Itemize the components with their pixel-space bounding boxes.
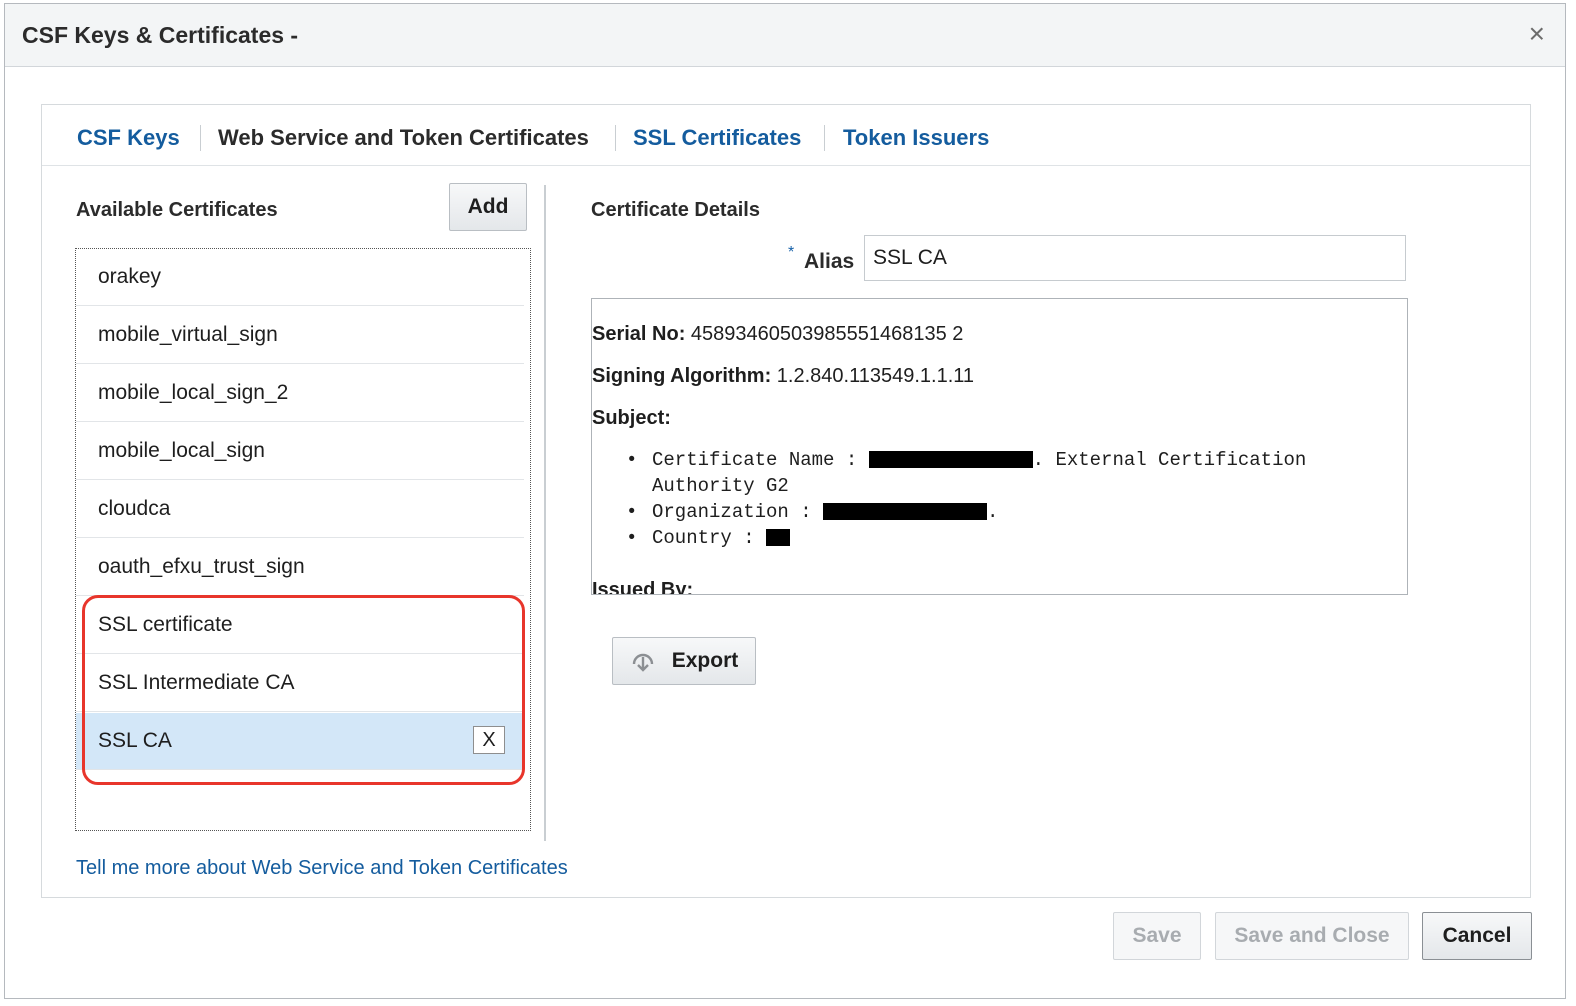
list-item-selected[interactable]: SSL CA X: [76, 713, 524, 770]
subject-country: Country :: [626, 525, 1372, 551]
certificate-details-box[interactable]: Serial No: 45893460503985551468135 2 Sig…: [591, 298, 1408, 595]
tab-bar: CSF Keys Web Service and Token Certifica…: [42, 105, 1530, 166]
subject-row: Subject:: [592, 407, 671, 430]
list-item[interactable]: mobile_local_sign: [76, 423, 524, 480]
serial-row: Serial No: 45893460503985551468135 2: [592, 323, 963, 346]
subject-list: Certificate Name : . External Certificat…: [626, 447, 1372, 551]
subject-label: Subject:: [592, 407, 671, 429]
subject-cert-name: Certificate Name : . External Certificat…: [626, 447, 1372, 499]
list-item[interactable]: orakey: [76, 249, 524, 306]
signing-label: Signing Algorithm:: [592, 365, 772, 387]
tab-token-issuers[interactable]: Token Issuers: [843, 125, 989, 151]
signing-value: 1.2.840.113549.1.1.11: [776, 365, 975, 387]
redacted-block: [823, 503, 988, 521]
list-item-label: mobile_local_sign: [98, 439, 265, 462]
list-item[interactable]: mobile_virtual_sign: [76, 307, 524, 364]
csf-keys-dialog: CSF Keys & Certificates - × CSF Keys Web…: [4, 3, 1566, 999]
issued-by-label: Issued By:: [592, 579, 694, 595]
list-item[interactable]: oauth_efxu_trust_sign: [76, 539, 524, 596]
redacted-block: [868, 451, 1033, 469]
tab-separator: [615, 125, 616, 151]
available-certificates-title: Available Certificates: [76, 199, 278, 221]
alias-input[interactable]: [864, 235, 1406, 281]
dialog-title: CSF Keys & Certificates -: [22, 22, 299, 48]
list-item-label: SSL Intermediate CA: [98, 671, 295, 694]
list-item-label: mobile_virtual_sign: [98, 323, 278, 346]
cert-name-line2: Authority G2: [652, 475, 789, 497]
subject-organization: Organization : .: [626, 499, 1372, 525]
list-item[interactable]: mobile_local_sign_2: [76, 365, 524, 422]
certificate-list: orakey mobile_virtual_sign mobile_local_…: [75, 248, 531, 831]
serial-label: Serial No:: [592, 323, 686, 345]
list-item-label: orakey: [98, 265, 162, 288]
org-key: Organization :: [652, 501, 824, 523]
list-item-label: mobile_local_sign_2: [98, 381, 289, 404]
list-item-label: cloudca: [98, 497, 171, 520]
cert-name-key: Certificate Name :: [652, 449, 869, 471]
signing-row: Signing Algorithm: 1.2.840.113549.1.1.11: [592, 365, 974, 388]
close-icon[interactable]: ×: [1529, 20, 1545, 48]
tab-web-service-certificates[interactable]: Web Service and Token Certificates: [218, 125, 589, 151]
org-suffix: .: [987, 501, 999, 523]
tab-ssl-certificates[interactable]: SSL Certificates: [633, 125, 801, 151]
cancel-button[interactable]: Cancel: [1422, 912, 1532, 960]
serial-value: 45893460503985551468135 2: [690, 323, 964, 345]
main-panel: CSF Keys Web Service and Token Certifica…: [41, 104, 1531, 898]
column-divider: [544, 185, 546, 841]
save-button[interactable]: Save: [1113, 912, 1201, 960]
export-label: Export: [671, 649, 739, 672]
tab-separator: [200, 125, 201, 151]
list-item-label: oauth_efxu_trust_sign: [98, 555, 305, 578]
country-key: Country :: [652, 527, 767, 549]
certificate-details-title: Certificate Details: [591, 199, 760, 221]
save-and-close-button[interactable]: Save and Close: [1215, 912, 1409, 960]
dialog-titlebar: CSF Keys & Certificates - ×: [5, 4, 1565, 67]
cert-name-suffix: . External Certification: [1032, 449, 1307, 471]
export-icon: [632, 653, 653, 672]
list-item[interactable]: SSL Intermediate CA: [76, 655, 524, 712]
alias-label: Alias: [804, 250, 855, 273]
help-link[interactable]: Tell me more about Web Service and Token…: [76, 857, 568, 880]
tab-separator: [824, 125, 825, 151]
list-item-label: SSL certificate: [98, 613, 233, 636]
tab-csf-keys[interactable]: CSF Keys: [77, 125, 180, 151]
list-item[interactable]: cloudca: [76, 481, 524, 538]
redacted-block: [766, 529, 791, 547]
list-item-label: SSL CA: [98, 729, 172, 752]
list-item[interactable]: SSL certificate: [76, 597, 524, 654]
required-indicator: *: [788, 244, 795, 261]
delete-certificate-button[interactable]: X: [473, 726, 505, 754]
export-button[interactable]: Export: [612, 637, 756, 685]
add-button[interactable]: Add: [449, 183, 527, 231]
